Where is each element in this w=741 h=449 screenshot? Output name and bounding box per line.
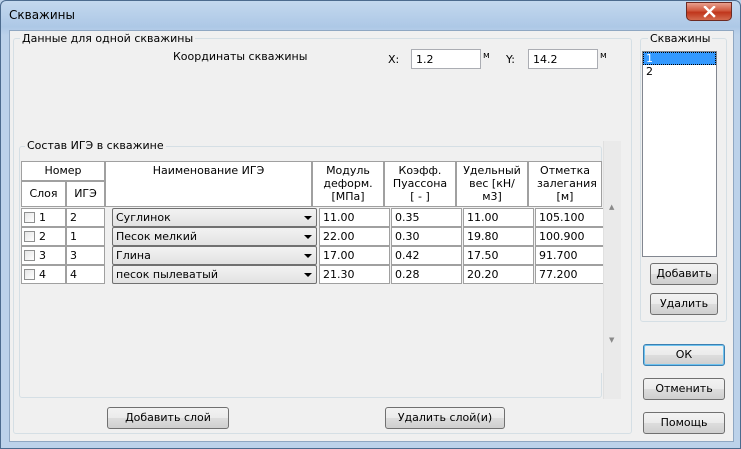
- ok-button[interactable]: ОК: [643, 344, 725, 366]
- layer-number: 2: [39, 230, 46, 243]
- row-checkbox[interactable]: [24, 231, 35, 242]
- ige-name-combo[interactable]: Песок мелкий: [112, 227, 317, 246]
- layer-cell: 2: [21, 227, 66, 246]
- chevron-down-icon: [304, 273, 312, 277]
- header-ige: ИГЭ: [66, 181, 105, 207]
- modulus-cell[interactable]: 21.30: [319, 265, 390, 284]
- x-label: X:: [388, 53, 400, 66]
- layer-number: 1: [39, 211, 46, 224]
- elevation-cell[interactable]: 100.900: [535, 227, 608, 246]
- scroll-up-icon[interactable]: ▲: [609, 203, 614, 211]
- modulus-cell[interactable]: 17.00: [319, 246, 390, 265]
- table-scrollbar[interactable]: ▲ ▼: [603, 141, 621, 399]
- window-title: Скважины: [9, 8, 75, 22]
- cancel-button[interactable]: Отменить: [643, 378, 725, 400]
- poisson-cell[interactable]: 0.28: [391, 265, 462, 284]
- poisson-cell[interactable]: 0.42: [391, 246, 462, 265]
- poisson-cell[interactable]: 0.35: [391, 208, 462, 227]
- layer-cell: 3: [21, 246, 66, 265]
- elevation-cell[interactable]: 77.200: [535, 265, 608, 284]
- help-button[interactable]: Помощь: [643, 412, 725, 434]
- composition-group-title: Состав ИГЭ в скважине: [25, 139, 166, 152]
- single-well-group-title: Данные для одной скважины: [20, 32, 196, 45]
- delete-layers-button[interactable]: Удалить слой(и): [385, 407, 505, 429]
- wells-listbox[interactable]: 1 2: [642, 51, 717, 257]
- row-checkbox[interactable]: [24, 269, 35, 280]
- y-unit: м: [600, 51, 607, 61]
- close-button[interactable]: [686, 2, 732, 21]
- weight-cell[interactable]: 19.80: [463, 227, 534, 246]
- elevation-cell[interactable]: 105.100: [535, 208, 608, 227]
- ige-name-combo[interactable]: песок пылеватый: [112, 265, 317, 284]
- dialog-client-area: Данные для одной скважины Координаты скв…: [9, 30, 734, 442]
- poisson-cell[interactable]: 0.30: [391, 227, 462, 246]
- y-coordinate-input[interactable]: [528, 49, 598, 69]
- header-ige-name: Наименование ИГЭ: [105, 161, 312, 207]
- list-item[interactable]: 1: [643, 52, 716, 65]
- layer-cell: 1: [21, 208, 66, 227]
- chevron-down-icon: [304, 216, 312, 220]
- ige-cell[interactable]: 4: [66, 265, 105, 284]
- close-icon: [703, 6, 716, 18]
- layer-number: 4: [39, 268, 46, 281]
- ige-cell[interactable]: 1: [66, 227, 105, 246]
- header-poisson: Коэфф. Пуассона [ - ]: [384, 161, 456, 207]
- add-well-button[interactable]: Добавить: [650, 263, 718, 285]
- layer-number: 3: [39, 249, 46, 262]
- ige-cell[interactable]: 2: [66, 208, 105, 227]
- weight-cell[interactable]: 20.20: [463, 265, 534, 284]
- x-unit: м: [483, 51, 490, 61]
- wells-group-title: Скважины: [648, 32, 713, 45]
- chevron-down-icon: [304, 235, 312, 239]
- weight-cell[interactable]: 17.50: [463, 246, 534, 265]
- list-item[interactable]: 2: [643, 65, 716, 78]
- scroll-down-icon[interactable]: ▼: [609, 336, 614, 344]
- y-label: Y:: [506, 53, 515, 66]
- ige-name-value: песок пылеватый: [116, 268, 219, 281]
- header-elevation: Отметка залегания [м]: [528, 161, 602, 207]
- ige-name-combo[interactable]: Суглинок: [112, 208, 317, 227]
- layer-cell: 4: [21, 265, 66, 284]
- delete-well-button[interactable]: Удалить: [650, 293, 718, 315]
- elevation-cell[interactable]: 91.700: [535, 246, 608, 265]
- ige-cell[interactable]: 3: [66, 246, 105, 265]
- coords-label: Координаты скважины: [173, 50, 308, 63]
- wells-dialog: Скважины Данные для одной скважины Коорд…: [0, 0, 741, 449]
- ige-table: Номер Слоя ИГЭ Наименование ИГЭ Модуль д…: [21, 161, 608, 373]
- modulus-cell[interactable]: 11.00: [319, 208, 390, 227]
- add-layer-button[interactable]: Добавить слой: [107, 407, 229, 429]
- row-checkbox[interactable]: [24, 250, 35, 261]
- ige-name-value: Суглинок: [116, 211, 171, 224]
- x-coordinate-input[interactable]: [411, 49, 481, 69]
- row-checkbox[interactable]: [24, 212, 35, 223]
- header-modulus: Модуль деформ. [МПа]: [312, 161, 384, 207]
- ige-name-combo[interactable]: Глина: [112, 246, 317, 265]
- weight-cell[interactable]: 11.00: [463, 208, 534, 227]
- header-number: Номер: [21, 161, 105, 181]
- header-weight: Удельный вес [кН/м3]: [456, 161, 528, 207]
- header-layer: Слоя: [21, 181, 66, 207]
- ige-name-value: Глина: [116, 249, 151, 262]
- ige-name-value: Песок мелкий: [116, 230, 197, 243]
- chevron-down-icon: [304, 254, 312, 258]
- modulus-cell[interactable]: 22.00: [319, 227, 390, 246]
